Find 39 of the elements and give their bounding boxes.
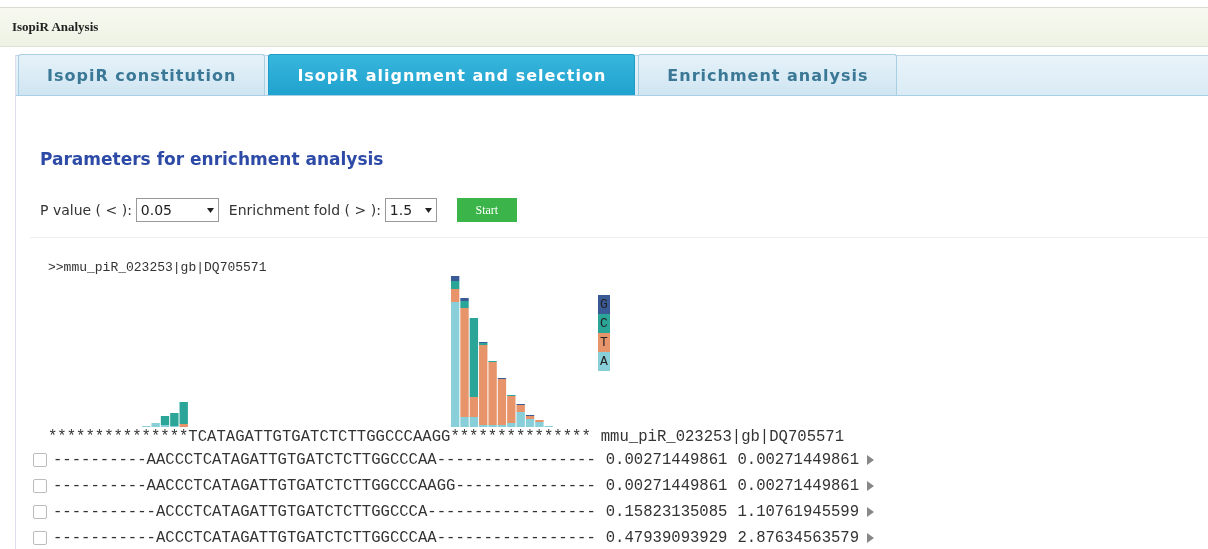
play-icon[interactable] [867,455,876,465]
value-cell: 0.00271449861 [737,477,860,495]
caret-icon [206,207,214,213]
value-cell: 0.00271449861 [605,451,728,469]
aligned-sequence: ----------AACCCTCATAGATTGTGATCTCTTGGCCCAAGG--------------- [53,477,596,495]
value-cell: 2.87634563579 [737,529,860,547]
legend-item: C [598,314,610,333]
aligned-sequence: -----------ACCCTCATAGATTGTGATCTCTTGGCCCAA----------------- [53,529,596,547]
caret-icon [424,207,432,213]
p-value-label: P value ( < ): [40,202,132,218]
value-cell: 0.15823135085 [605,503,728,521]
row-checkbox[interactable] [33,505,47,519]
enrichment-fold-select[interactable]: 1.5 [384,198,437,222]
tab[interactable]: IsopiR constitution [18,54,266,95]
play-icon[interactable] [867,507,876,517]
aligned-sequence: ----------AACCCTCATAGATTGTGATCTCTTGGCCCAA----------------- [53,451,596,469]
tab[interactable]: IsopiR alignment and selection [268,54,636,95]
p-value-select[interactable]: 0.05 [135,198,219,222]
sequence-title: >>mmu_piR_023253|gb|DQ705571 [48,260,268,275]
play-icon[interactable] [867,533,876,543]
value-cell: 0.00271449861 [605,477,728,495]
row-checkbox[interactable] [33,531,47,545]
legend-item: G [598,295,610,314]
value-cell: 0.47939093929 [605,529,728,547]
app-title: IsopiR Analysis [12,19,99,35]
section-heading: Parameters for enrichment analysis [40,149,385,169]
row-checkbox[interactable] [33,479,47,493]
aligned-sequence: -----------ACCCTCATAGATTGTGATCTCTTGGCCCA------------------ [53,503,596,521]
reference-sequence: ***************TCATAGATTGTGATCTCTTGGCCCAAGG*************** [48,428,591,446]
value-cell: 1.10761945599 [737,503,860,521]
play-icon[interactable] [867,481,876,491]
reference-name: mmu_piR_023253|gb|DQ705571 [600,428,845,446]
tab[interactable]: Enrichment analysis [638,54,898,95]
legend-item: T [598,333,610,352]
row-checkbox[interactable] [33,453,47,467]
legend-item: A [598,352,610,371]
value-cell: 0.00271449861 [737,451,860,469]
start-button[interactable]: Start [456,198,517,222]
enrichment-fold-label: Enrichment fold ( > ): [228,202,381,218]
